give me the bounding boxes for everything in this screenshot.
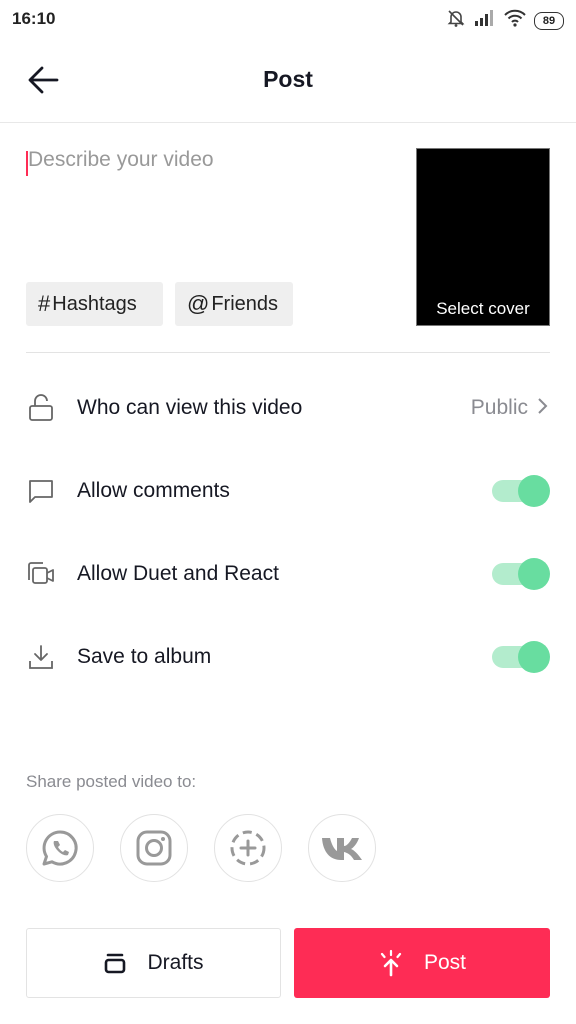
hashtag-icon: # <box>38 291 51 316</box>
post-button[interactable]: Post <box>294 928 550 998</box>
setting-label: Allow comments <box>77 479 230 502</box>
friends-label: Friends <box>211 292 279 315</box>
add-story-icon <box>230 830 266 866</box>
status-time: 16:10 <box>12 9 56 28</box>
toggle-knob <box>518 641 550 673</box>
select-cover-label: Select cover <box>436 299 530 318</box>
share-targets <box>26 814 376 882</box>
drafts-icon <box>103 951 127 975</box>
description-input[interactable] <box>26 148 398 258</box>
setting-who-can-view[interactable]: Who can view this video Public <box>26 383 550 433</box>
allow-duet-toggle[interactable] <box>492 557 550 591</box>
drafts-button[interactable]: Drafts <box>26 928 281 998</box>
select-cover-button[interactable]: Select cover <box>416 148 550 326</box>
setting-label: Allow Duet and React <box>77 562 279 585</box>
post-upload-icon <box>378 949 404 977</box>
duet-icon <box>26 559 56 589</box>
signal-icon <box>474 9 496 32</box>
muted-bell-icon <box>446 8 466 33</box>
share-whatsapp-button[interactable] <box>26 814 94 882</box>
comment-icon <box>26 476 56 506</box>
friends-button[interactable]: @ Friends <box>175 282 293 326</box>
status-icons: 89 <box>446 8 564 33</box>
hashtags-button[interactable]: # Hashtags <box>26 282 163 326</box>
mention-icon: @ <box>187 291 210 316</box>
status-bar: 16:10 89 <box>0 0 576 40</box>
divider <box>26 352 550 353</box>
battery-indicator: 89 <box>534 11 564 30</box>
setting-allow-comments: Allow comments <box>26 466 550 516</box>
share-add-story-button[interactable] <box>214 814 282 882</box>
toggle-knob <box>518 558 550 590</box>
setting-allow-duet: Allow Duet and React <box>26 549 550 599</box>
header: Post <box>0 40 576 123</box>
share-instagram-button[interactable] <box>120 814 188 882</box>
hashtags-label: Hashtags <box>52 292 137 315</box>
allow-comments-toggle[interactable] <box>492 474 550 508</box>
toggle-knob <box>518 475 550 507</box>
drafts-label: Drafts <box>147 951 204 974</box>
setting-save-to-album: Save to album <box>26 632 550 682</box>
privacy-value: Public <box>470 396 528 419</box>
lock-open-icon <box>26 393 56 423</box>
whatsapp-icon <box>42 830 78 866</box>
wifi-icon <box>504 9 526 32</box>
vk-icon <box>322 838 362 860</box>
chevron-right-icon <box>536 396 550 421</box>
page-title: Post <box>263 66 313 92</box>
download-icon <box>26 642 56 672</box>
save-to-album-toggle[interactable] <box>492 640 550 674</box>
description-area: # Hashtags @ Friends <box>26 148 398 328</box>
post-label: Post <box>423 951 467 974</box>
instagram-icon <box>136 830 172 866</box>
setting-label: Who can view this video <box>77 396 303 419</box>
setting-label: Save to album <box>77 645 212 668</box>
share-vk-button[interactable] <box>308 814 376 882</box>
share-label: Share posted video to: <box>26 772 197 791</box>
